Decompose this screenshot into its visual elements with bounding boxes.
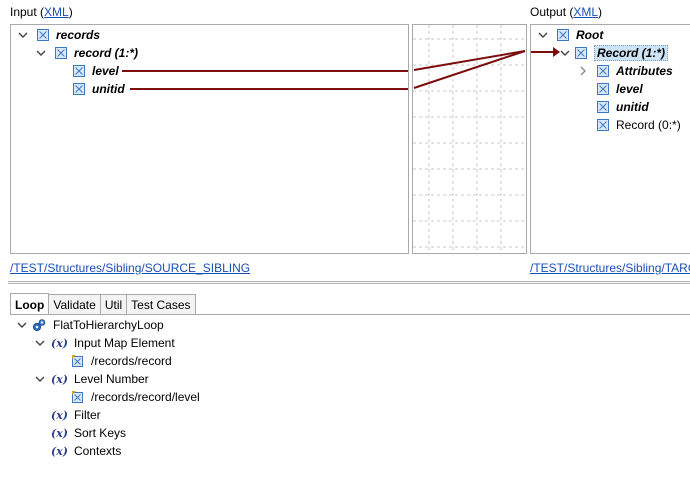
output-structure-path-link[interactable]: /TEST/Structures/Sibling/TARG: [530, 261, 690, 275]
loop-tree-row-root[interactable]: FlatToHierarchyLoop: [16, 316, 164, 334]
element-icon: [557, 29, 569, 41]
panel-splitter[interactable]: [8, 281, 690, 284]
mapping-grid: [413, 25, 526, 253]
collapse-chevron-icon[interactable]: [34, 337, 46, 349]
output-xml-link[interactable]: XML: [573, 5, 598, 19]
output-tree-row-level[interactable]: level: [597, 80, 643, 98]
tree-label-root: Root: [576, 28, 604, 42]
tree-label-level: level: [616, 82, 643, 96]
output-tree-row-root[interactable]: Root: [537, 26, 603, 44]
variable-icon: (x): [51, 372, 68, 386]
loop-tree-row-level-number-value[interactable]: /records/record/level: [72, 388, 200, 406]
variable-icon: (x): [51, 408, 68, 422]
collapse-chevron-icon[interactable]: [559, 47, 571, 59]
collapse-chevron-icon[interactable]: [16, 319, 28, 331]
output-tree-row-record[interactable]: Record (1:*): [559, 44, 669, 62]
loop-tree-row-input-map-value[interactable]: /records/record: [72, 352, 172, 370]
mapping-canvas[interactable]: [412, 24, 527, 254]
input-tree-panel[interactable]: records record (1:*) level unitid: [10, 24, 409, 254]
element-icon: [597, 83, 609, 95]
variable-icon: (x): [51, 444, 68, 458]
variable-icon: (x): [51, 426, 68, 440]
output-tree-panel[interactable]: Root Record (1:*) Attributes level uniti…: [530, 24, 690, 254]
collapse-chevron-icon[interactable]: [537, 29, 549, 41]
contexts-label: Contexts: [73, 444, 122, 458]
tree-label-record-selected: Record (1:*): [594, 45, 669, 61]
tab-test-cases[interactable]: Test Cases: [126, 294, 196, 315]
output-tree-row-record-child[interactable]: Record (0:*): [597, 116, 681, 134]
tab-loop[interactable]: Loop: [10, 293, 50, 315]
sort-keys-label: Sort Keys: [73, 426, 126, 440]
loop-tree-row-filter[interactable]: (x) Filter: [51, 406, 101, 424]
tree-label-unitid: unitid: [616, 100, 649, 114]
gears-icon: [32, 319, 46, 332]
input-xml-link[interactable]: XML: [44, 5, 69, 19]
loop-tree-row-sort-keys[interactable]: (x) Sort Keys: [51, 424, 126, 442]
variable-icon: (x): [51, 336, 68, 350]
bottom-tab-bar: Loop Validate Util Test Cases: [10, 293, 196, 315]
tab-util[interactable]: Util: [99, 294, 128, 315]
element-link-icon: [72, 355, 83, 367]
input-structure-path-link[interactable]: /TEST/Structures/Sibling/SOURCE_SIBLING: [10, 261, 250, 275]
source-mapping-lines: [122, 70, 408, 90]
output-tree-row-attributes[interactable]: Attributes: [577, 62, 673, 80]
loop-tree-row-contexts[interactable]: (x) Contexts: [51, 442, 121, 460]
collapse-chevron-icon[interactable]: [34, 373, 46, 385]
tree-label-record-child: Record (0:*): [616, 118, 681, 132]
loop-tree-row-input-map-element[interactable]: (x) Input Map Element: [34, 334, 175, 352]
loop-name: FlatToHierarchyLoop: [53, 318, 164, 332]
element-icon: [597, 101, 609, 113]
input-map-element-label: Input Map Element: [73, 336, 175, 350]
element-icon: [597, 65, 609, 77]
output-tree-row-unitid[interactable]: unitid: [597, 98, 649, 116]
tab-underline: [10, 314, 690, 315]
element-icon: [575, 47, 587, 59]
loop-tree-row-level-number[interactable]: (x) Level Number: [34, 370, 149, 388]
input-map-value: /records/record: [91, 354, 172, 368]
element-link-icon: [72, 391, 83, 403]
tree-label-attributes: Attributes: [616, 64, 673, 78]
tab-validate[interactable]: Validate: [48, 294, 101, 315]
level-number-label: Level Number: [73, 372, 149, 386]
expand-chevron-icon[interactable]: [577, 65, 589, 77]
element-icon: [597, 119, 609, 131]
level-number-value: /records/record/level: [91, 390, 200, 404]
input-label: Input (XML): [10, 5, 73, 19]
output-label: Output (XML): [530, 5, 603, 19]
filter-label: Filter: [73, 408, 101, 422]
